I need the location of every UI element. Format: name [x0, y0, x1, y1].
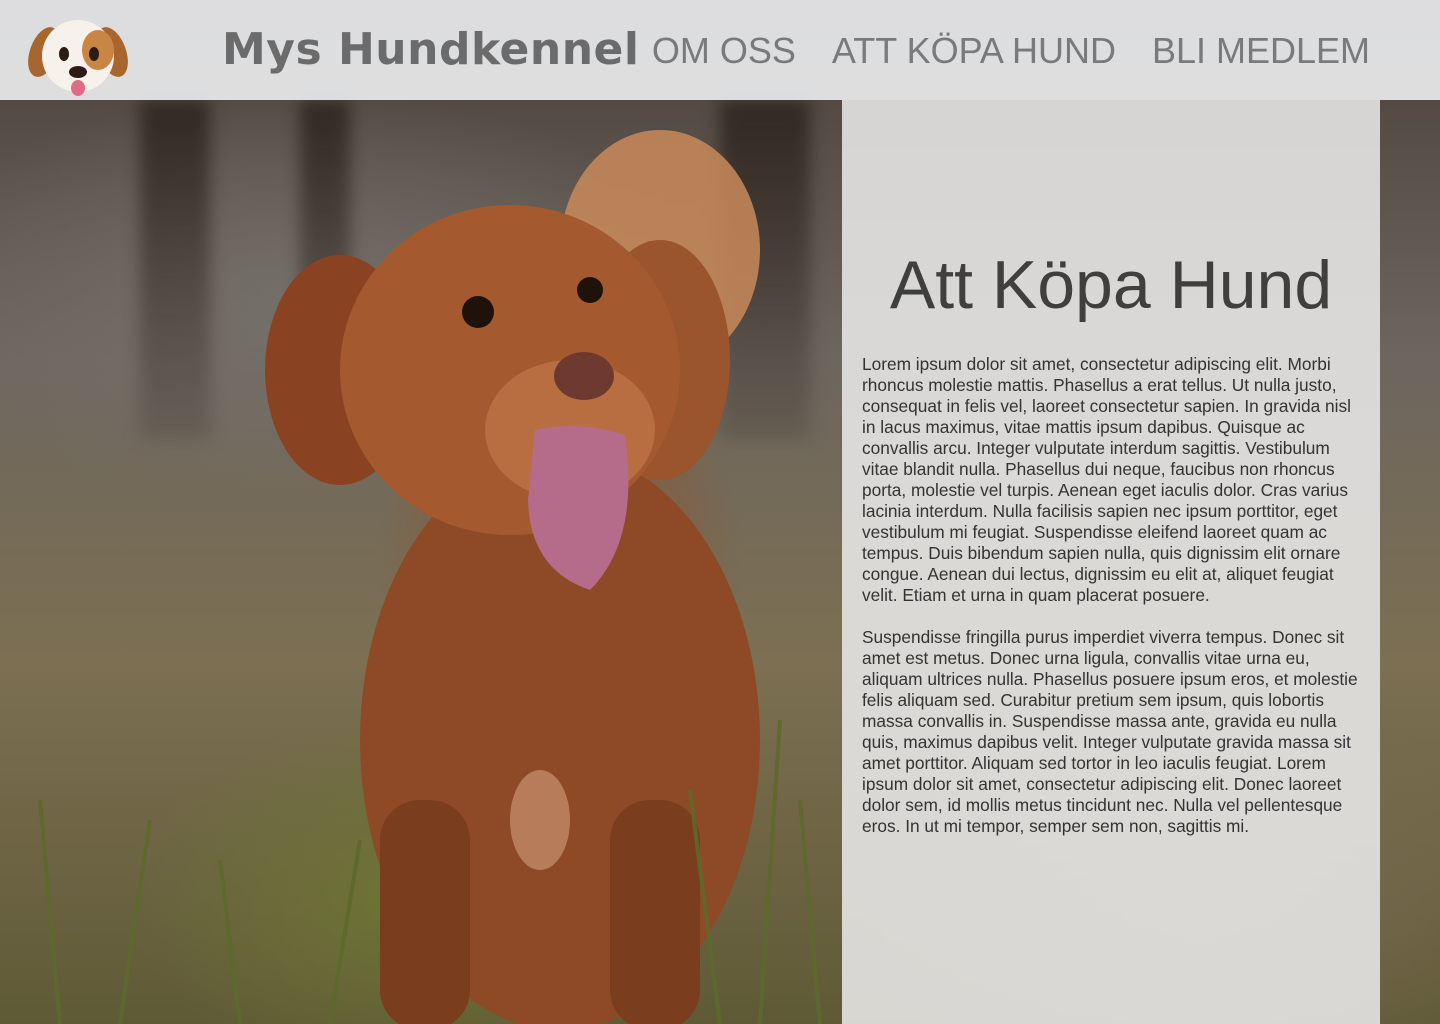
header-bar: Mys Hundkennel OM OSS ATT KÖPA HUND BLI … [0, 0, 1440, 100]
nav-item-om-oss[interactable]: OM OSS [652, 30, 796, 72]
content-panel: Att Köpa Hund Lorem ipsum dolor sit amet… [842, 100, 1380, 1024]
dog-face-icon[interactable] [28, 12, 128, 98]
page-title: Att Köpa Hund [889, 247, 1333, 323]
nav-item-att-kopa-hund[interactable]: ATT KÖPA HUND [832, 30, 1116, 72]
main-nav: OM OSS ATT KÖPA HUND BLI MEDLEM [652, 30, 1370, 72]
page: Mys Hundkennel OM OSS ATT KÖPA HUND BLI … [0, 0, 1440, 1024]
paragraph: Suspendisse fringilla purus imperdiet vi… [862, 627, 1358, 836]
nav-item-bli-medlem[interactable]: BLI MEDLEM [1152, 30, 1370, 72]
site-title[interactable]: Mys Hundkennel [222, 24, 639, 75]
paragraph: Lorem ipsum dolor sit amet, consectetur … [862, 354, 1351, 605]
dog-illustration [38, 130, 822, 1024]
